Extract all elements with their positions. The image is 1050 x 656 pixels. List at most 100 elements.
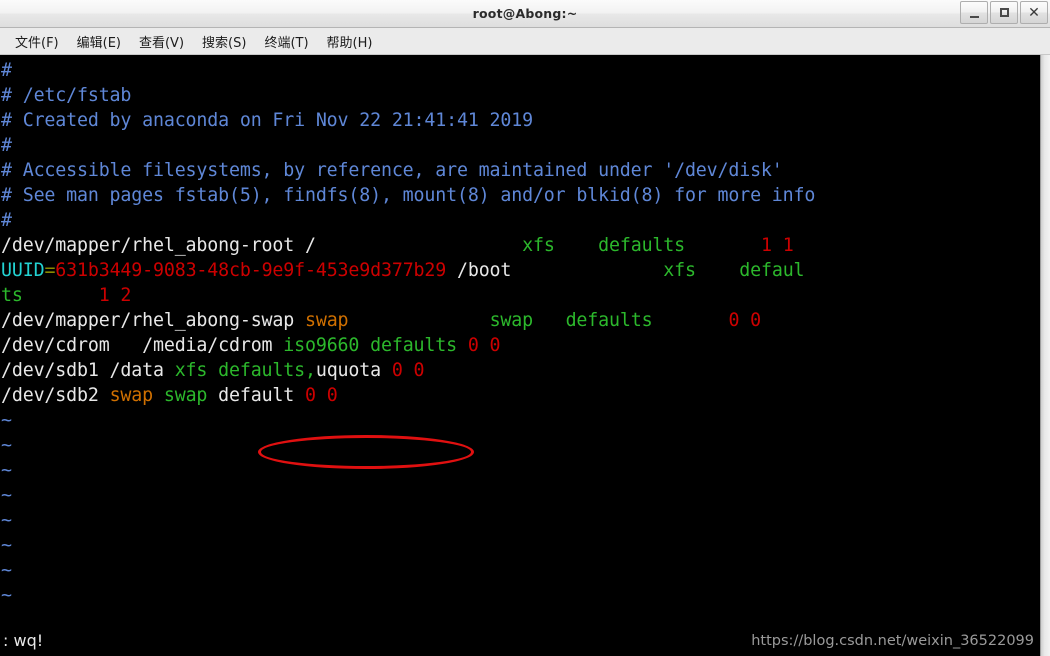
empty-line-marker: ~ — [1, 508, 1040, 533]
fstab-device: /dev/mapper/rhel_abong-swap — [1, 310, 305, 331]
menu-edit[interactable]: 编辑(E) — [68, 29, 130, 54]
menu-search[interactable]: 搜索(S) — [193, 29, 255, 54]
menu-terminal[interactable]: 终端(T) — [255, 29, 317, 54]
fstab-entry-swap: /dev/mapper/rhel_abong-swap swap swap de… — [1, 308, 1040, 333]
minimize-icon — [969, 15, 979, 18]
fstab-options: defaults — [598, 235, 685, 256]
fstab-entry-boot-wrap: ts 1 2 — [1, 283, 1040, 308]
fstab-dump-pass: 0 0 — [391, 360, 425, 381]
menu-view[interactable]: 查看(V) — [130, 29, 193, 54]
tilde-marker: ~ — [1, 410, 12, 431]
empty-line-marker: ~ — [1, 483, 1040, 508]
fstab-options-wrap: defaul — [739, 260, 805, 281]
empty-line-marker: ~ — [1, 408, 1040, 433]
fstab-fstype: xfs — [174, 360, 208, 381]
fstab-device: /dev/sdb2 — [1, 385, 110, 406]
vim-status-line: : wq! https://blog.csdn.net/weixin_36522… — [0, 625, 1040, 656]
fstab-options-defaults: defaults, — [207, 360, 316, 381]
fstab-uuid-value: 631b3449-9083-48cb-9e9f-453e9d377b29 — [55, 260, 447, 281]
tilde-marker: ~ — [1, 460, 12, 481]
fstab-mountpoint: swap — [304, 310, 349, 331]
fstab-dump-pass: 1 1 — [761, 235, 794, 256]
window-title: root@Abong:~ — [472, 6, 578, 21]
editor-line: # /etc/fstab — [1, 83, 1040, 108]
fstab-entry-cdrom: /dev/cdrom /media/cdrom iso9660 defaults… — [1, 333, 1040, 358]
fstab-fstype: swap — [163, 385, 208, 406]
fstab-dump-pass: 0 0 — [467, 335, 501, 356]
comment-text: # /etc/fstab — [1, 85, 132, 106]
editor-line: # See man pages fstab(5), findfs(8), mou… — [1, 183, 1040, 208]
fstab-entry-boot: UUID=631b3449-9083-48cb-9e9f-453e9d377b2… — [1, 258, 1040, 283]
comment-text: # Created by anaconda on Fri Nov 22 21:4… — [1, 110, 533, 131]
minimize-button[interactable] — [960, 1, 988, 24]
fstab-uuid-key: UUID — [1, 260, 45, 281]
fstab-fstype: swap — [489, 310, 534, 331]
close-button[interactable]: ✕ — [1020, 1, 1048, 24]
empty-line-marker: ~ — [1, 433, 1040, 458]
comment-text: # See man pages fstab(5), findfs(8), mou… — [1, 185, 816, 206]
fstab-fstype: iso9660 — [283, 335, 360, 356]
fstab-options: default — [207, 385, 306, 406]
tilde-marker: ~ — [1, 485, 12, 506]
terminal-screen[interactable]: # # /etc/fstab # Created by anaconda on … — [0, 55, 1040, 656]
fstab-dump-pass: 1 2 — [98, 285, 132, 306]
editor-line: # Accessible filesystems, by reference, … — [1, 158, 1040, 183]
fstab-fstype: xfs — [522, 235, 555, 256]
tilde-marker: ~ — [1, 535, 12, 556]
empty-line-marker: ~ — [1, 583, 1040, 608]
fstab-options-wrap-cont: ts — [1, 285, 23, 306]
editor-line: # — [1, 58, 1040, 83]
fstab-options: defaults — [359, 335, 468, 356]
maximize-button[interactable] — [990, 1, 1018, 24]
menu-file[interactable]: 文件(F) — [6, 29, 68, 54]
terminal-scrollbar[interactable] — [1040, 55, 1050, 656]
fstab-fstype: xfs — [663, 260, 696, 281]
editor-line: # — [1, 208, 1040, 233]
maximize-icon — [999, 8, 1009, 17]
fstab-device: /dev/mapper/rhel_abong-root / — [1, 235, 316, 256]
menu-help[interactable]: 帮助(H) — [318, 29, 382, 54]
fstab-device: /dev/cdrom /media/cdrom — [1, 335, 284, 356]
empty-line-marker: ~ — [1, 558, 1040, 583]
fstab-device: /dev/sdb1 /data — [1, 360, 175, 381]
tilde-marker: ~ — [1, 510, 12, 531]
window-controls: ✕ — [958, 1, 1048, 24]
watermark-url: https://blog.csdn.net/weixin_36522099 — [751, 632, 1034, 649]
vim-command-text: : wq! — [3, 631, 44, 650]
fstab-entry-sdb1: /dev/sdb1 /data xfs defaults,uquota 0 0 — [1, 358, 1040, 383]
fstab-equals: = — [44, 260, 56, 281]
fstab-options-uquota: uquota — [315, 360, 381, 381]
fstab-dump-pass: 0 0 — [305, 385, 338, 406]
tilde-marker: ~ — [1, 435, 12, 456]
comment-text: # — [1, 60, 12, 81]
fstab-dump-pass: 0 0 — [728, 310, 762, 331]
fstab-entry-root: /dev/mapper/rhel_abong-root / xfs defaul… — [1, 233, 1040, 258]
editor-line: # — [1, 133, 1040, 158]
menu-bar: 文件(F) 编辑(E) 查看(V) 搜索(S) 终端(T) 帮助(H) — [0, 28, 1050, 55]
comment-text: # — [1, 210, 12, 231]
empty-line-marker: ~ — [1, 533, 1040, 558]
tilde-marker: ~ — [1, 585, 12, 606]
comment-text: # Accessible filesystems, by reference, … — [1, 160, 783, 181]
fstab-options: defaults — [565, 310, 653, 331]
terminal-window: root@Abong:~ ✕ 文件(F) 编辑(E) 查看(V) 搜索(S) 终… — [0, 0, 1050, 656]
close-icon: ✕ — [1028, 4, 1040, 21]
empty-line-marker: ~ — [1, 458, 1040, 483]
editor-line: # Created by anaconda on Fri Nov 22 21:4… — [1, 108, 1040, 133]
comment-text: # — [1, 135, 12, 156]
fstab-mountpoint: swap — [109, 385, 154, 406]
tilde-marker: ~ — [1, 560, 12, 581]
title-bar[interactable]: root@Abong:~ ✕ — [0, 0, 1050, 28]
fstab-mountpoint: /boot — [456, 260, 512, 281]
